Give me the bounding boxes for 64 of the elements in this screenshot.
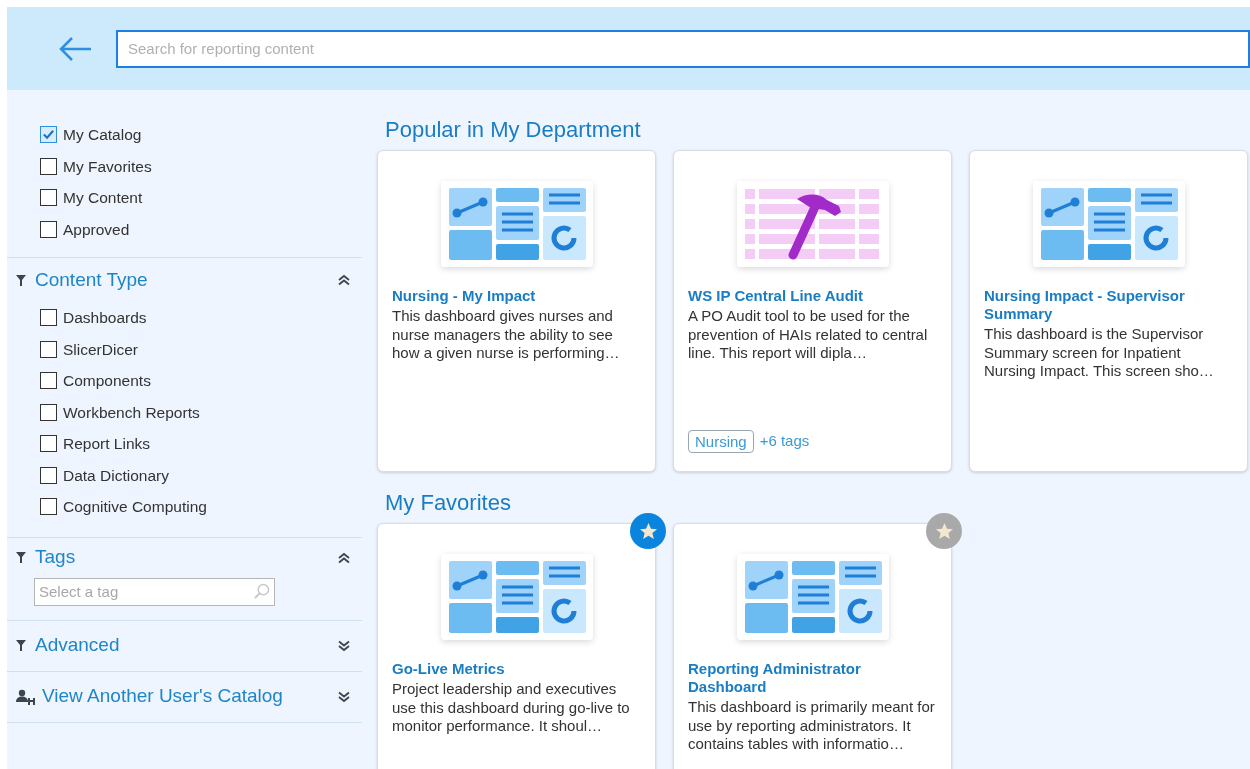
section-heading: Popular in My Department (384, 116, 642, 144)
filter-icon (16, 552, 26, 563)
card-description: Project leadership and executives use this dashboard during go-live to monitor performance. It shoul… (392, 680, 631, 736)
checkbox-label[interactable]: Data Dictionary (63, 463, 169, 487)
checkbox-label[interactable]: Dashboards (63, 306, 147, 330)
collapse-icon[interactable] (338, 551, 350, 564)
favorite-star-button[interactable] (926, 513, 962, 549)
checkbox-label[interactable]: SlicerDicer (63, 337, 138, 361)
card-description: This dashboard gives nurses and nurse managers the ability to see how a given nurse is performing… (392, 307, 621, 363)
search-icon (253, 582, 270, 600)
report-card[interactable]: Go-Live Metrics Project leadership and executives use this dashboard during go-live to monitor performance. It shoul… (377, 523, 656, 769)
checkbox[interactable] (40, 372, 57, 390)
checkbox-label[interactable]: Report Links (63, 432, 150, 456)
user-icon (16, 688, 38, 705)
section-title[interactable]: Content Type (35, 265, 338, 295)
section-title[interactable]: Advanced (35, 631, 338, 660)
checkbox-label[interactable]: My Favorites (63, 154, 152, 178)
star-icon (638, 521, 658, 541)
dashboard-thumbnail-icon (1032, 181, 1185, 267)
favorite-star-button[interactable] (630, 513, 666, 549)
checkbox[interactable] (40, 157, 57, 175)
dashboard-thumbnail-icon (736, 554, 889, 640)
filter-icon (16, 274, 26, 286)
report-card[interactable]: Reporting Administrator Dashboard This dashboard is primarily meant for use by reporting administrators. It contains tables with informatio… (673, 523, 952, 769)
checkbox[interactable] (40, 403, 57, 421)
checkbox[interactable] (40, 435, 57, 453)
checkbox-label[interactable]: Approved (63, 217, 130, 241)
card-title[interactable]: Go-Live Metrics (392, 660, 641, 678)
star-icon (934, 521, 954, 541)
card-title[interactable]: WS IP Central Line Audit (688, 287, 937, 305)
checkbox-label[interactable]: Workbench Reports (63, 400, 200, 424)
report-tool-thumbnail-icon (736, 181, 889, 267)
checkbox[interactable] (40, 340, 57, 358)
section-heading: My Favorites (384, 489, 512, 517)
card-title[interactable]: Reporting Administrator Dashboard (688, 660, 937, 696)
checkbox[interactable] (40, 309, 57, 327)
card-description: This dashboard is primarily meant for use by reporting administrators. It contains tables with informatio… (688, 698, 936, 754)
section-title[interactable]: View Another User's Catalog (42, 682, 338, 711)
card-description: A PO Audit tool to be used for the prevention of HAIs related to central line. This report will dipla… (688, 307, 929, 363)
report-card[interactable]: WS IP Central Line Audit A PO Audit tool to be used for the prevention of HAIs related to central line. This report will dipla… Nursing +6 tags (673, 150, 952, 472)
card-title[interactable]: Nursing - My Impact (392, 287, 641, 305)
section-title[interactable]: Tags (35, 543, 338, 572)
tag-field[interactable]: Select a tag (34, 577, 275, 606)
collapse-icon[interactable] (338, 274, 350, 286)
report-card[interactable]: Nursing - My Impact This dashboard gives nurses and nurse managers the ability to see how a given nurse is performing… (377, 150, 656, 472)
dashboard-thumbnail-icon (440, 554, 593, 640)
checkbox[interactable] (40, 498, 57, 516)
checkbox-label[interactable]: My Catalog (63, 123, 142, 147)
checkbox-label[interactable]: Cognitive Computing (63, 495, 207, 519)
checkbox-label[interactable]: Components (63, 369, 151, 393)
report-card[interactable]: Nursing Impact - Supervisor Summary This dashboard is the Supervisor Summary screen for Inpatient Nursing Impact. This screen sho… (969, 150, 1248, 472)
expand-icon[interactable] (338, 690, 350, 703)
checkbox[interactable] (40, 466, 57, 484)
search-field[interactable]: Search for reporting content (116, 29, 1250, 68)
card-title[interactable]: Nursing Impact - Supervisor Summary (984, 287, 1233, 323)
back-arrow-icon[interactable] (58, 35, 92, 62)
dashboard-thumbnail-icon (440, 181, 593, 267)
expand-icon[interactable] (338, 639, 350, 652)
card-description: This dashboard is the Supervisor Summary screen for Inpatient Nursing Impact. This screen sho… (984, 325, 1215, 381)
checkbox-label[interactable]: My Content (63, 186, 143, 210)
checkbox[interactable] (40, 189, 57, 207)
checkbox[interactable] (40, 126, 57, 144)
filter-icon (16, 640, 26, 651)
checkbox[interactable] (40, 220, 57, 238)
